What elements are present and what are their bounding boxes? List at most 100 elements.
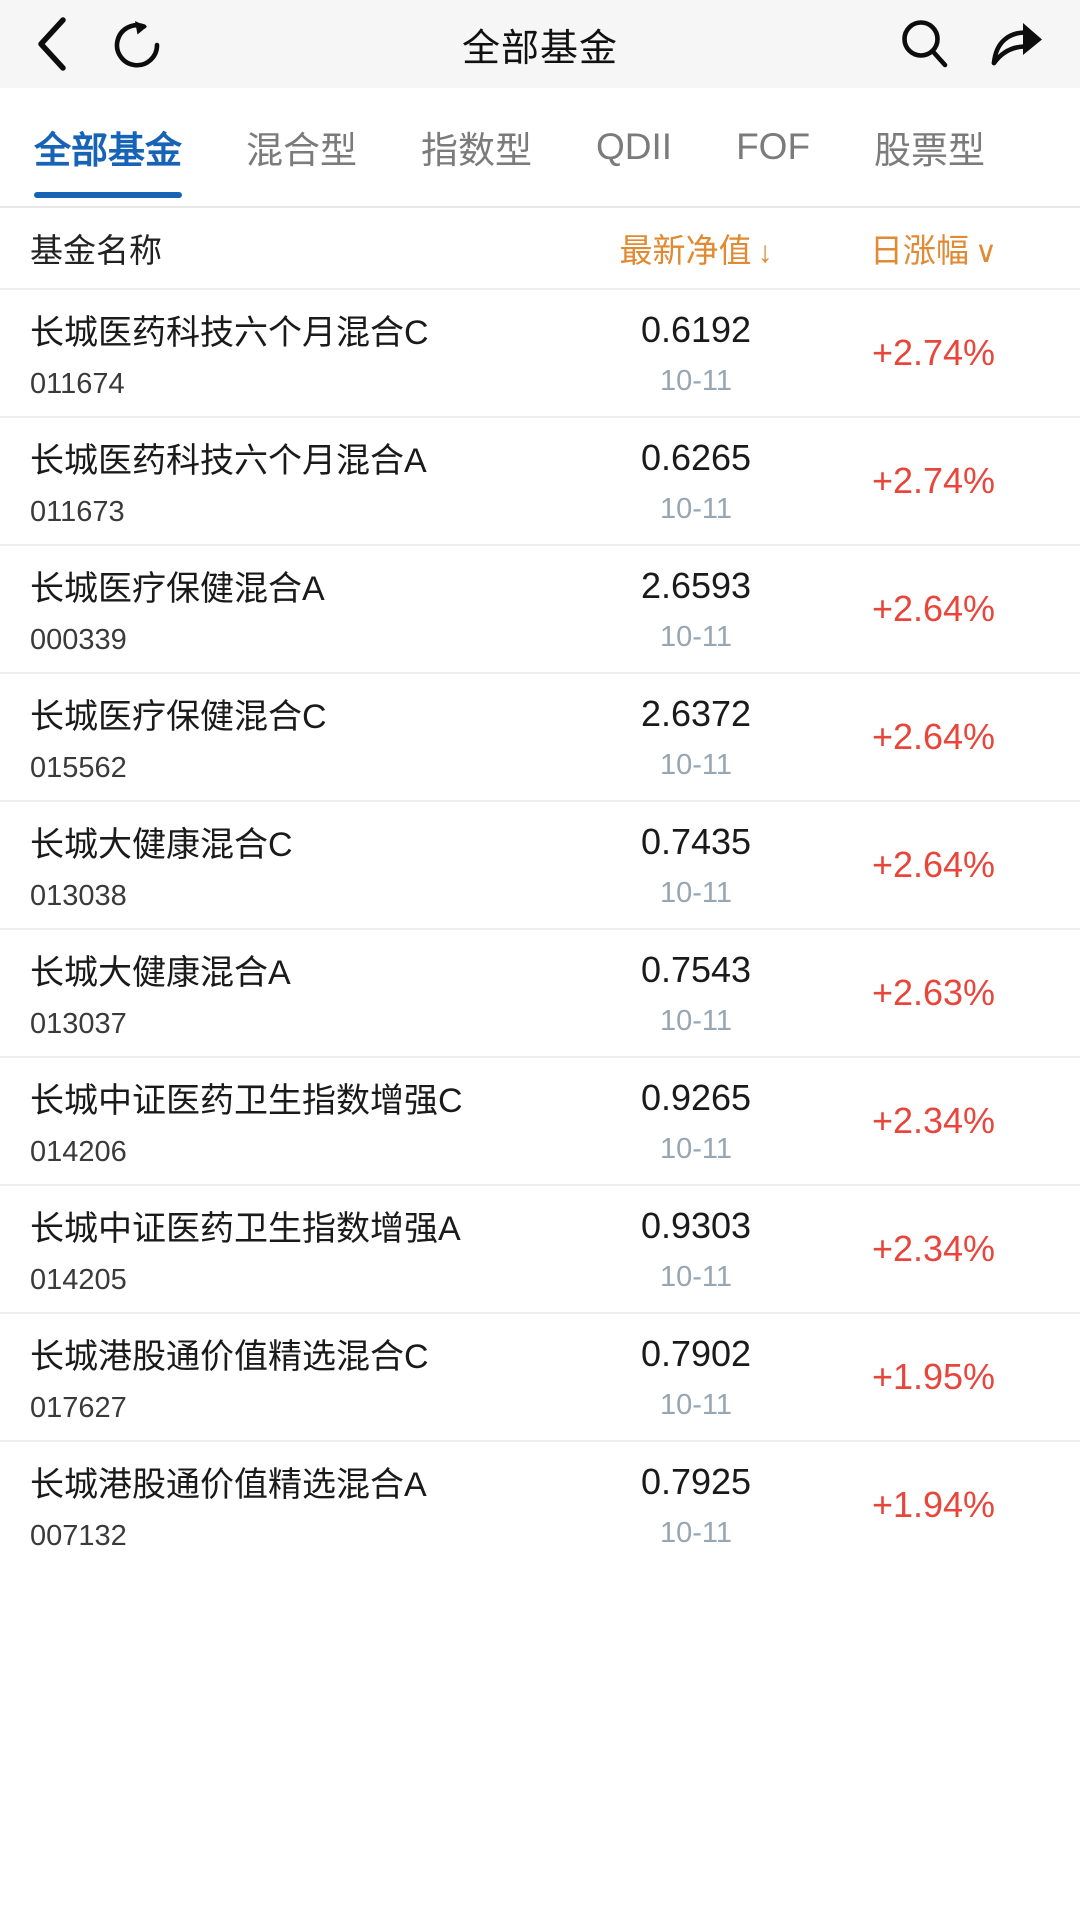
column-header-fund-name: 基金名称	[30, 232, 162, 269]
fund-nav-date: 10-11	[659, 1388, 733, 1421]
tab-index[interactable]: 指数型	[421, 88, 532, 206]
fund-code: 013037	[30, 1008, 127, 1040]
fund-name-cell: 长城医药科技六个月混合A 011673	[20, 433, 571, 529]
column-header-latest-nav[interactable]: 最新净值 ↓	[571, 224, 821, 272]
fund-name: 长城中证医药卫生指数增强C	[30, 1082, 463, 1120]
search-icon[interactable]	[898, 17, 950, 71]
fund-name-cell: 长城大健康混合A 013037	[20, 945, 571, 1041]
fund-nav-cell: 0.7435 10-11	[571, 821, 821, 910]
fund-nav-cell: 0.6265 10-11	[571, 437, 821, 526]
fund-nav-date: 10-11	[659, 1004, 733, 1037]
fund-code: 017627	[30, 1392, 127, 1424]
fund-daily-change: +2.64%	[871, 844, 996, 885]
fund-nav-value: 2.6372	[640, 692, 752, 734]
fund-name-cell: 长城中证医药卫生指数增强C 014206	[20, 1073, 571, 1169]
fund-daily-change: +1.95%	[871, 1356, 996, 1397]
fund-name: 长城港股通价值精选混合A	[30, 1466, 427, 1504]
sort-desc-arrow-icon: ↓	[757, 236, 773, 269]
fund-name: 长城大健康混合C	[30, 826, 293, 864]
fund-nav-value: 0.7543	[640, 948, 752, 990]
fund-nav-date: 10-11	[659, 748, 733, 781]
fund-code: 014205	[30, 1264, 127, 1296]
fund-nav-value: 0.7925	[640, 1460, 752, 1502]
fund-name: 长城医疗保健混合C	[30, 698, 327, 736]
fund-list: 长城医药科技六个月混合C 011674 0.6192 10-11 +2.74% …	[0, 288, 1080, 1568]
fund-name-cell: 长城医药科技六个月混合C 011674	[20, 305, 571, 401]
refresh-icon[interactable]	[112, 17, 162, 71]
fund-nav-value: 0.9303	[640, 1204, 752, 1246]
fund-name: 长城港股通价值精选混合C	[30, 1338, 429, 1376]
fund-name-cell: 长城港股通价值精选混合A 007132	[20, 1457, 571, 1553]
table-row[interactable]: 长城大健康混合A 013037 0.7543 10-11 +2.63%	[0, 928, 1080, 1056]
fund-daily-change: +1.94%	[871, 1484, 996, 1525]
tab-hybrid[interactable]: 混合型	[246, 88, 357, 206]
fund-nav-value: 0.9265	[640, 1076, 752, 1118]
table-row[interactable]: 长城中证医药卫生指数增强A 014205 0.9303 10-11 +2.34%	[0, 1184, 1080, 1312]
fund-nav-date: 10-11	[659, 1516, 733, 1549]
fund-nav-value: 0.7902	[640, 1332, 752, 1374]
tab-equity[interactable]: 股票型	[874, 88, 985, 206]
fund-nav-date: 10-11	[659, 1132, 733, 1165]
fund-name: 长城中证医药卫生指数增强A	[30, 1210, 461, 1248]
fund-nav-value: 2.6593	[640, 564, 752, 606]
fund-nav-cell: 0.7925 10-11	[571, 1461, 821, 1550]
fund-nav-cell: 0.9265 10-11	[571, 1077, 821, 1166]
fund-nav-date: 10-11	[659, 876, 733, 909]
tab-fof[interactable]: FOF	[736, 88, 810, 206]
fund-name-cell: 长城大健康混合C 013038	[20, 817, 571, 913]
fund-nav-value: 0.7435	[640, 820, 752, 862]
fund-nav-date: 10-11	[659, 492, 733, 525]
fund-nav-cell: 0.9303 10-11	[571, 1205, 821, 1294]
tab-list: 全部基金 混合型 指数型 QDII FOF 股票型	[0, 88, 1080, 206]
fund-nav-cell: 0.6192 10-11	[571, 309, 821, 398]
tab-all-funds[interactable]: 全部基金	[34, 88, 182, 206]
table-row[interactable]: 长城医疗保健混合C 015562 2.6372 10-11 +2.64%	[0, 672, 1080, 800]
share-icon[interactable]	[990, 19, 1046, 69]
fund-daily-change: +2.63%	[871, 972, 996, 1013]
category-tab-bar: 全部基金 混合型 指数型 QDII FOF 股票型	[0, 88, 1080, 208]
fund-nav-cell: 0.7902 10-11	[571, 1333, 821, 1422]
tab-bar-divider	[0, 206, 1080, 208]
column-header-daily-change[interactable]: 日涨幅 ∨	[821, 224, 1046, 272]
column-header-latest-nav-label: 最新净值	[619, 232, 752, 269]
fund-daily-change: +2.64%	[871, 588, 996, 629]
fund-code: 007132	[30, 1520, 127, 1552]
fund-name: 长城医疗保健混合A	[30, 570, 325, 608]
chevron-left-icon[interactable]	[34, 16, 68, 72]
table-row[interactable]: 长城港股通价值精选混合C 017627 0.7902 10-11 +1.95%	[0, 1312, 1080, 1440]
table-row[interactable]: 长城大健康混合C 013038 0.7435 10-11 +2.64%	[0, 800, 1080, 928]
fund-daily-change: +2.74%	[871, 460, 996, 501]
fund-name: 长城医药科技六个月混合C	[30, 314, 429, 352]
fund-name: 长城医药科技六个月混合A	[30, 442, 427, 480]
fund-code: 015562	[30, 752, 127, 784]
fund-name: 长城大健康混合A	[30, 954, 291, 992]
column-header-daily-change-label: 日涨幅	[870, 232, 970, 269]
fund-nav-value: 0.6192	[640, 308, 752, 350]
column-header-row: 基金名称 最新净值 ↓ 日涨幅 ∨	[0, 208, 1080, 288]
navbar-left-controls	[34, 16, 162, 72]
top-navigation-bar: 全部基金	[0, 0, 1080, 88]
fund-code: 000339	[30, 624, 127, 656]
fund-daily-change: +2.34%	[871, 1228, 996, 1269]
fund-name-cell: 长城医疗保健混合A 000339	[20, 561, 571, 657]
table-row[interactable]: 长城港股通价值精选混合A 007132 0.7925 10-11 +1.94%	[0, 1440, 1080, 1568]
fund-code: 014206	[30, 1136, 127, 1168]
table-row[interactable]: 长城医疗保健混合A 000339 2.6593 10-11 +2.64%	[0, 544, 1080, 672]
fund-daily-change: +2.74%	[871, 332, 996, 373]
fund-name-cell: 长城港股通价值精选混合C 017627	[20, 1329, 571, 1425]
fund-name-cell: 长城中证医药卫生指数增强A 014205	[20, 1201, 571, 1297]
fund-daily-change: +2.64%	[871, 716, 996, 757]
fund-nav-cell: 2.6372 10-11	[571, 693, 821, 782]
fund-code: 011673	[30, 496, 125, 528]
tab-qdii[interactable]: QDII	[596, 88, 672, 206]
fund-nav-cell: 2.6593 10-11	[571, 565, 821, 654]
fund-code: 013038	[30, 880, 127, 912]
table-row[interactable]: 长城医药科技六个月混合C 011674 0.6192 10-11 +2.74%	[0, 288, 1080, 416]
table-row[interactable]: 长城中证医药卫生指数增强C 014206 0.9265 10-11 +2.34%	[0, 1056, 1080, 1184]
fund-nav-date: 10-11	[659, 620, 733, 653]
fund-daily-change: +2.34%	[871, 1100, 996, 1141]
table-row[interactable]: 长城医药科技六个月混合A 011673 0.6265 10-11 +2.74%	[0, 416, 1080, 544]
fund-nav-value: 0.6265	[640, 436, 752, 478]
fund-nav-date: 10-11	[659, 364, 733, 397]
fund-name-cell: 长城医疗保健混合C 015562	[20, 689, 571, 785]
